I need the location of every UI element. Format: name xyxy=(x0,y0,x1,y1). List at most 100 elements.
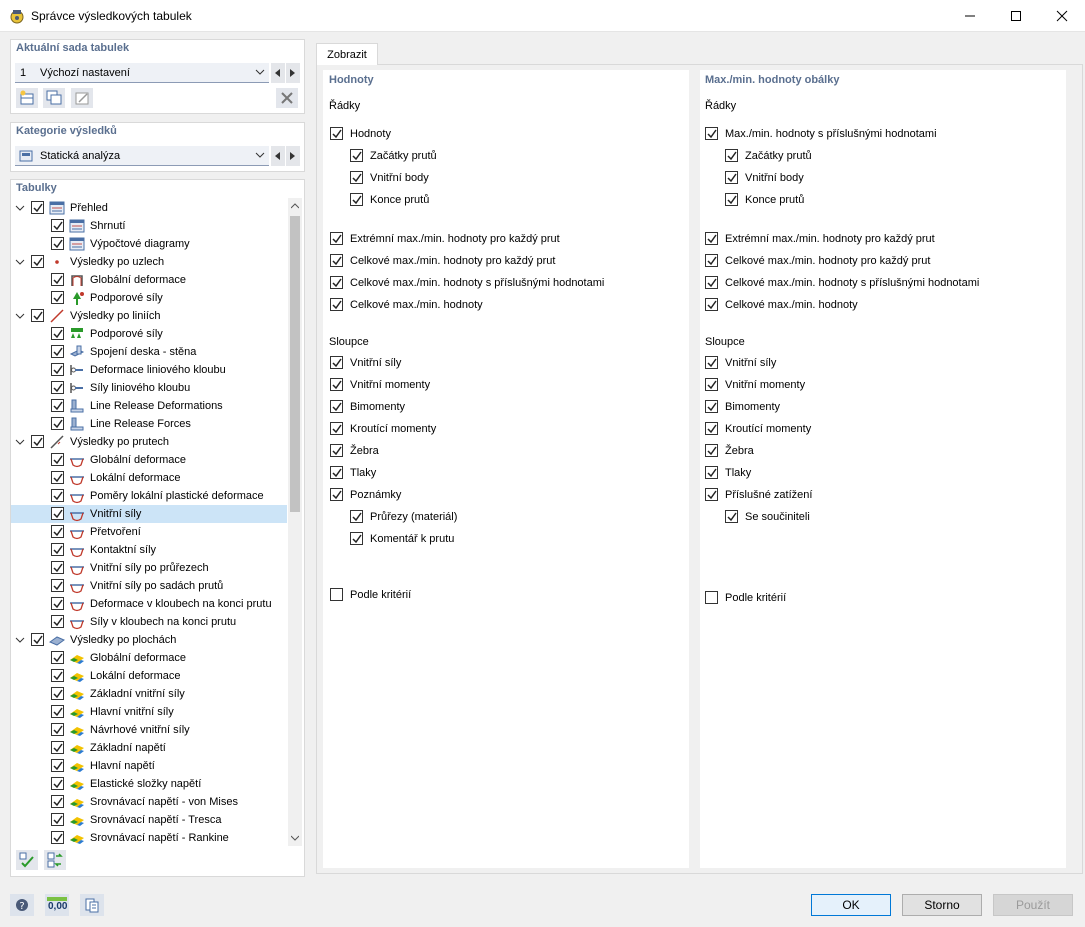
checkbox[interactable] xyxy=(725,171,738,184)
tree-item[interactable]: Srovnávací napětí - Tresca xyxy=(11,811,287,829)
checkbox[interactable] xyxy=(725,149,738,162)
chevron-down-icon[interactable] xyxy=(15,257,25,267)
tree-checkbox[interactable] xyxy=(31,435,44,448)
checkbox[interactable] xyxy=(330,444,343,457)
checkbox[interactable] xyxy=(705,591,718,604)
tree-checkbox[interactable] xyxy=(51,327,64,340)
chevron-down-icon[interactable] xyxy=(15,311,25,321)
tree-checkbox[interactable] xyxy=(31,255,44,268)
tree-group[interactable]: Přehled xyxy=(11,199,287,217)
checkbox[interactable] xyxy=(705,127,718,140)
tree-checkbox[interactable] xyxy=(51,381,64,394)
checkbox[interactable] xyxy=(350,193,363,206)
tree-item[interactable]: Základní vnitřní síly xyxy=(11,685,287,703)
tree-item[interactable]: Podporové síly xyxy=(11,325,287,343)
tree-item[interactable]: Vnitřní síly po sadách prutů xyxy=(11,577,287,595)
checkbox[interactable] xyxy=(330,400,343,413)
tree-checkbox[interactable] xyxy=(51,597,64,610)
tree-checkbox[interactable] xyxy=(31,633,44,646)
checkbox[interactable] xyxy=(705,254,718,267)
checkbox[interactable] xyxy=(330,254,343,267)
tree-group[interactable]: Výsledky po liniích xyxy=(11,307,287,325)
tree-item[interactable]: Vnitřní síly xyxy=(11,505,287,523)
tree-item[interactable]: Podporové síly xyxy=(11,289,287,307)
tree-item[interactable]: Srovnávací napětí - von Mises xyxy=(11,793,287,811)
checkbox[interactable] xyxy=(330,276,343,289)
tree-item[interactable]: Základní napětí xyxy=(11,739,287,757)
tree-checkbox[interactable] xyxy=(51,237,64,250)
decimals-button[interactable]: 0,00 xyxy=(45,894,69,916)
chevron-down-icon[interactable] xyxy=(15,203,25,213)
tree-item[interactable]: Elastické složky napětí xyxy=(11,775,287,793)
export-button[interactable] xyxy=(80,894,104,916)
maximize-button[interactable] xyxy=(993,0,1039,31)
tree-checkbox[interactable] xyxy=(51,831,64,844)
tree-checkbox[interactable] xyxy=(51,291,64,304)
ok-button[interactable]: OK xyxy=(811,894,891,916)
tree-checkbox[interactable] xyxy=(51,363,64,376)
tree-checkbox[interactable] xyxy=(51,723,64,736)
tree-group[interactable]: Výsledky po plochách xyxy=(11,631,287,649)
checkbox[interactable] xyxy=(330,298,343,311)
tree-group[interactable]: Výsledky po uzlech xyxy=(11,253,287,271)
checkbox[interactable] xyxy=(705,444,718,457)
tree-item[interactable]: Výpočtové diagramy xyxy=(11,235,287,253)
tree-checkbox[interactable] xyxy=(51,507,64,520)
tree-checkbox[interactable] xyxy=(51,759,64,772)
close-button[interactable] xyxy=(1039,0,1085,31)
tree-checkbox[interactable] xyxy=(51,273,64,286)
tree-item[interactable]: Kontaktní síly xyxy=(11,541,287,559)
checkbox[interactable] xyxy=(330,232,343,245)
checkbox[interactable] xyxy=(330,588,343,601)
tree-item[interactable]: Lokální deformace xyxy=(11,469,287,487)
checkbox[interactable] xyxy=(705,298,718,311)
tree-checkbox[interactable] xyxy=(51,561,64,574)
apply-button[interactable]: Použít xyxy=(993,894,1073,916)
tree-item[interactable]: Návrhové vnitřní síly xyxy=(11,721,287,739)
chevron-down-icon[interactable] xyxy=(15,437,25,447)
tree-checkbox[interactable] xyxy=(51,489,64,502)
tree-checkbox[interactable] xyxy=(51,471,64,484)
checkbox[interactable] xyxy=(350,510,363,523)
tree-item[interactable]: Síly v kloubech na konci prutu xyxy=(11,613,287,631)
tree-checkbox[interactable] xyxy=(51,795,64,808)
tree-checkbox[interactable] xyxy=(51,399,64,412)
cancel-button[interactable]: Storno xyxy=(902,894,982,916)
checkbox[interactable] xyxy=(330,466,343,479)
tables-scrollbar[interactable] xyxy=(288,198,302,846)
checkbox[interactable] xyxy=(705,466,718,479)
checkbox[interactable] xyxy=(705,400,718,413)
checkbox[interactable] xyxy=(330,378,343,391)
tree-item[interactable]: Line Release Deformations xyxy=(11,397,287,415)
tree-item[interactable]: Hlavní vnitřní síly xyxy=(11,703,287,721)
tree-item[interactable]: Deformace v kloubech na konci prutu xyxy=(11,595,287,613)
checkbox[interactable] xyxy=(705,488,718,501)
checkbox[interactable] xyxy=(705,232,718,245)
tree-item[interactable]: Síly liniového kloubu xyxy=(11,379,287,397)
tree-checkbox[interactable] xyxy=(51,453,64,466)
tree-item[interactable]: Lokální deformace xyxy=(11,667,287,685)
tree-checkbox[interactable] xyxy=(51,741,64,754)
rename-set-button[interactable] xyxy=(71,88,93,108)
checkbox[interactable] xyxy=(725,510,738,523)
tree-checkbox[interactable] xyxy=(51,345,64,358)
copy-set-button[interactable] xyxy=(43,88,65,108)
tree-item[interactable]: Globální deformace xyxy=(11,649,287,667)
tree-item[interactable]: Globální deformace xyxy=(11,451,287,469)
tree-checkbox[interactable] xyxy=(51,651,64,664)
prev-category-button[interactable] xyxy=(271,146,285,166)
tree-checkbox[interactable] xyxy=(51,669,64,682)
tree-checkbox[interactable] xyxy=(51,417,64,430)
category-combo[interactable]: Statická analýza xyxy=(15,146,269,166)
checkbox[interactable] xyxy=(350,532,363,545)
table-set-combo[interactable]: 1 Výchozí nastavení xyxy=(15,63,269,83)
tree-checkbox[interactable] xyxy=(51,813,64,826)
tree-checkbox[interactable] xyxy=(51,543,64,556)
next-set-button[interactable] xyxy=(286,63,300,83)
tab-display[interactable]: Zobrazit xyxy=(316,43,378,65)
tree-item[interactable]: Vnitřní síly po průřezech xyxy=(11,559,287,577)
chevron-down-icon[interactable] xyxy=(15,635,25,645)
tree-group[interactable]: Výsledky po prutech xyxy=(11,433,287,451)
checkbox[interactable] xyxy=(705,422,718,435)
tree-checkbox[interactable] xyxy=(31,201,44,214)
